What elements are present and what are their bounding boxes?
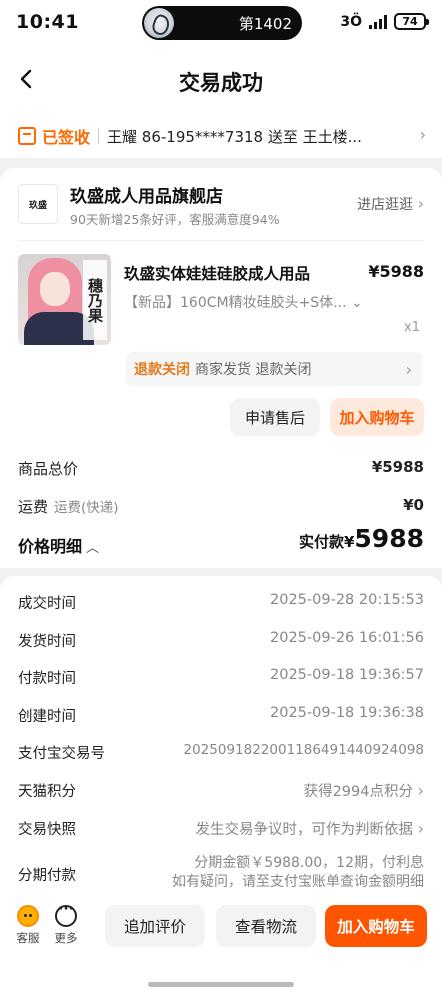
detail-key: 发货时间 (18, 634, 76, 650)
signal-icon (369, 14, 387, 29)
chevron-right-icon: › (417, 194, 424, 213)
product-quantity: x1 (404, 320, 420, 335)
bottom-action-bar: 客服 更多 追加评价 查看物流 加入购物车 (0, 895, 442, 1000)
product-price: ¥5988 (368, 262, 424, 281)
shipping-label: 运费 (18, 498, 49, 516)
chevron-right-icon: › (419, 125, 426, 144)
detail-key: 付款时间 (18, 671, 76, 687)
paid-amount: 实付款¥5988 (299, 524, 424, 553)
refund-desc: 商家发货 退款关闭 (195, 362, 312, 378)
screen: 10:41 第1402 3Ö 74 交易成功 已签收 王耀 86-195****… (0, 0, 442, 1000)
status-icons: 3Ö 74 (340, 13, 429, 30)
package-signed-icon (18, 127, 36, 145)
product-image-tag: 穗乃果 (83, 260, 107, 340)
add-to-cart-bottom-button[interactable]: 加入购物车 (325, 905, 427, 947)
detail-key: 交易快照 (18, 822, 76, 838)
detail-value: 2025-09-28 20:15:53 (270, 592, 424, 608)
shipping-sub: 运费(快递) (54, 500, 119, 516)
refund-status-bar[interactable]: 退款关闭 商家发货 退款关闭 › (126, 352, 422, 386)
product-title[interactable]: 玖盛实体娃娃硅胶成人用品 (124, 262, 310, 284)
alipay-trade-no[interactable]: 2025091822001186491440924098 (184, 742, 425, 758)
detail-value: 获得2994点积分 (303, 784, 413, 800)
detail-key: 成交时间 (18, 596, 76, 612)
status-bar: 10:41 第1402 3Ö 74 (0, 0, 442, 46)
detail-value: 2025-09-18 19:36:57 (270, 667, 424, 683)
status-time: 10:41 (16, 11, 79, 33)
add-review-button[interactable]: 追加评价 (105, 905, 205, 947)
goods-total-label: 商品总价 (18, 460, 79, 478)
price-detail-toggle[interactable]: 价格明细 ︿ (18, 533, 99, 557)
detail-value: 发生交易争议时，可作为判断依据 (195, 822, 413, 838)
product-spec[interactable]: 【新品】160CM精妆硅胶头+S体... ⌄ (124, 292, 363, 312)
customer-service-icon (17, 905, 39, 927)
detail-key: 支付宝交易号 (18, 746, 105, 762)
detail-value: 2025-09-26 16:01:56 (270, 630, 424, 646)
detail-value: 2025-09-18 19:36:38 (270, 705, 424, 721)
island-text: 第1402 (238, 15, 292, 33)
more-icon (55, 901, 77, 927)
installment-line: 如有疑问，请至支付宝账单查询金额明细 (172, 874, 424, 890)
island-app-icon (144, 8, 174, 38)
nav-bar: 交易成功 (0, 46, 442, 114)
visit-shop-link[interactable]: 进店逛逛 › (357, 194, 424, 214)
more-button[interactable]: 更多 (50, 901, 82, 946)
chevron-up-icon: ︿ (86, 541, 100, 556)
product-image[interactable]: 穗乃果 (18, 254, 111, 345)
dynamic-island[interactable]: 第1402 (142, 6, 302, 40)
paid-value: 5988 (354, 524, 424, 553)
logistics-row[interactable]: 已签收 王耀 86-195****7318 送至 王土楼... › (0, 114, 442, 158)
more-label: 更多 (54, 931, 78, 945)
detail-key: 创建时间 (18, 709, 76, 725)
logistics-status: 已签收 (42, 128, 91, 147)
shop-logo[interactable]: 玖盛 (18, 184, 58, 224)
logistics-address: 王耀 86-195****7318 送至 王土楼... (107, 127, 362, 146)
detail-key: 天猫积分 (18, 784, 76, 800)
product-spec-text: 【新品】160CM精妆硅胶头+S体... (124, 295, 347, 311)
page-title: 交易成功 (179, 71, 263, 95)
customer-service-button[interactable]: 客服 (12, 905, 44, 946)
order-details-card: 成交时间 2025-09-28 20:15:53 发货时间 2025-09-26 1… (0, 576, 442, 906)
shop-subtitle: 90天新增25条好评，客服满意度94% (70, 212, 280, 227)
add-to-cart-button[interactable]: 加入购物车 (330, 398, 424, 436)
refund-status: 退款关闭 (134, 362, 190, 378)
paid-label: 实付款¥ (298, 533, 355, 551)
chevron-right-icon: › (417, 819, 424, 838)
vibrate-icon: 3Ö (340, 13, 362, 30)
goods-total-value: ¥5988 (371, 458, 424, 476)
price-detail-label: 价格明细 (18, 537, 83, 556)
apply-after-sale-button[interactable]: 申请售后 (230, 398, 320, 436)
detail-key: 分期付款 (18, 868, 76, 884)
visit-shop-label: 进店逛逛 (357, 197, 414, 213)
divider (18, 240, 424, 241)
shop-name[interactable]: 玖盛成人用品旗舰店 (70, 182, 223, 207)
battery-icon: 74 (394, 13, 429, 30)
customer-service-label: 客服 (16, 931, 40, 945)
shipping-value: ¥0 (403, 496, 424, 514)
installment-line: 分期金额￥5988.00，12期，付利息 (194, 855, 424, 871)
divider (98, 128, 100, 144)
chevron-down-icon: ⌄ (351, 295, 363, 311)
home-indicator[interactable] (148, 982, 294, 987)
chevron-right-icon: › (405, 360, 412, 379)
chevron-right-icon: › (417, 781, 424, 800)
view-logistics-button[interactable]: 查看物流 (216, 905, 316, 947)
order-card: 玖盛 玖盛成人用品旗舰店 90天新增25条好评，客服满意度94% 进店逛逛 › … (0, 168, 442, 568)
item-actions: 申请售后 加入购物车 (230, 398, 424, 436)
